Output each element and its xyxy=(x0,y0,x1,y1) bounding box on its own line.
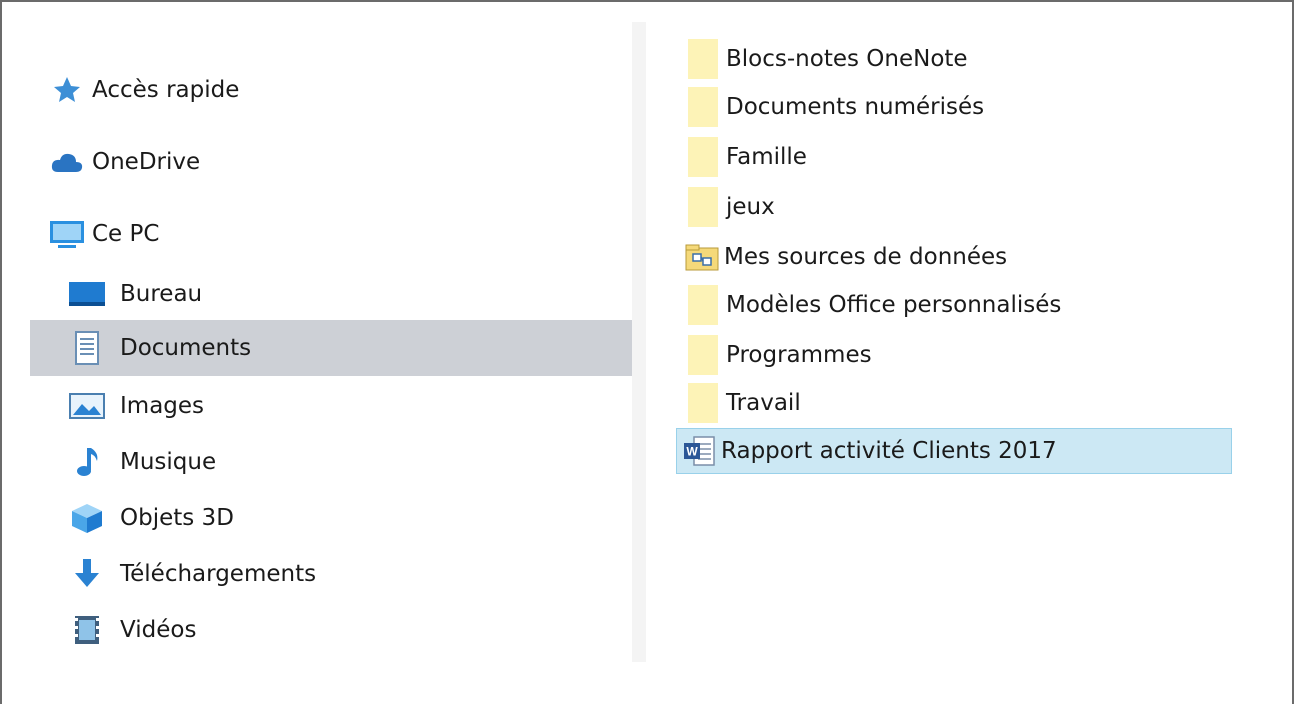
cube-icon xyxy=(68,501,106,535)
nav-item-label: Images xyxy=(120,393,205,419)
nav-item-quick-access[interactable]: Accès rapide xyxy=(30,62,632,118)
list-item-folder[interactable]: Famille xyxy=(680,134,807,180)
pane-divider[interactable] xyxy=(632,22,646,662)
music-note-icon xyxy=(68,445,106,479)
file-list: Blocs-notes OneNote Documents numérisés … xyxy=(662,30,1262,500)
nav-item-label: Vidéos xyxy=(120,617,197,643)
nav-item-label: Bureau xyxy=(120,281,203,307)
list-item-folder[interactable]: jeux xyxy=(680,184,775,230)
list-item-folder[interactable]: Travail xyxy=(680,380,801,426)
list-item-word-document[interactable]: W Rapport activité Clients 2017 xyxy=(676,428,1232,474)
file-name: Documents numérisés xyxy=(726,94,985,120)
nav-item-label: OneDrive xyxy=(92,149,201,175)
nav-item-label: Documents xyxy=(120,335,252,361)
video-icon xyxy=(68,613,106,647)
document-icon xyxy=(68,331,106,365)
download-arrow-icon xyxy=(68,557,106,591)
folder-icon xyxy=(688,335,718,375)
image-icon xyxy=(68,389,106,423)
nav-item-label: Ce PC xyxy=(92,221,160,247)
file-name: jeux xyxy=(726,194,775,220)
file-name: Mes sources de données xyxy=(724,244,1008,270)
nav-item-label: Musique xyxy=(120,449,217,475)
folder-icon xyxy=(688,187,718,227)
nav-item-label: Accès rapide xyxy=(92,77,240,103)
nav-item-this-pc[interactable]: Ce PC xyxy=(30,206,632,262)
nav-item-images[interactable]: Images xyxy=(30,378,632,434)
nav-item-music[interactable]: Musique xyxy=(30,434,632,490)
list-item-data-source-folder[interactable]: Mes sources de données xyxy=(680,234,1007,280)
file-name: Modèles Office personnalisés xyxy=(726,292,1062,318)
list-item-folder[interactable]: Programmes xyxy=(680,332,872,378)
file-name: Rapport activité Clients 2017 xyxy=(721,438,1057,464)
word-document-icon: W xyxy=(681,433,717,469)
data-source-folder-icon xyxy=(684,239,720,275)
svg-text:W: W xyxy=(686,445,698,459)
computer-icon xyxy=(48,217,86,251)
list-item-folder[interactable]: Blocs-notes OneNote xyxy=(680,36,968,82)
nav-item-3d-objects[interactable]: Objets 3D xyxy=(30,490,632,546)
folder-icon xyxy=(688,137,718,177)
folder-icon xyxy=(688,87,718,127)
nav-item-downloads[interactable]: Téléchargements xyxy=(30,546,632,602)
nav-item-label: Téléchargements xyxy=(120,561,317,587)
navigation-pane: Accès rapide OneDrive Ce PC Bureau Docum xyxy=(30,22,632,662)
folder-icon xyxy=(688,39,718,79)
nav-item-desktop[interactable]: Bureau xyxy=(30,266,632,322)
folder-icon xyxy=(688,383,718,423)
nav-item-onedrive[interactable]: OneDrive xyxy=(30,134,632,190)
file-name: Famille xyxy=(726,144,807,170)
desktop-icon xyxy=(68,277,106,311)
list-item-folder[interactable]: Documents numérisés xyxy=(680,84,984,130)
nav-item-videos[interactable]: Vidéos xyxy=(30,602,632,658)
file-name: Blocs-notes OneNote xyxy=(726,46,968,72)
cloud-icon xyxy=(48,145,86,179)
folder-icon xyxy=(688,285,718,325)
nav-item-documents[interactable]: Documents xyxy=(30,320,632,376)
file-name: Travail xyxy=(726,390,801,416)
list-item-folder[interactable]: Modèles Office personnalisés xyxy=(680,282,1061,328)
file-name: Programmes xyxy=(726,342,872,368)
nav-item-label: Objets 3D xyxy=(120,505,234,531)
explorer-window: Accès rapide OneDrive Ce PC Bureau Docum xyxy=(0,0,1294,704)
star-icon xyxy=(48,73,86,107)
